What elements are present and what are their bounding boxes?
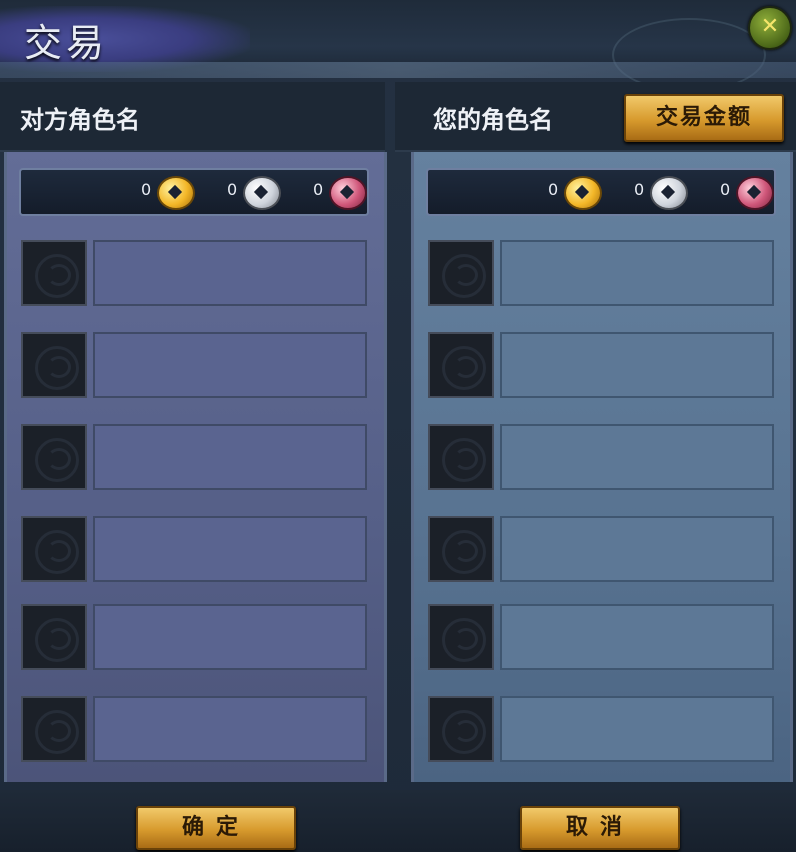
title-divider (0, 62, 796, 78)
your-item-slot[interactable] (428, 424, 774, 492)
your-item-slot[interactable] (428, 516, 774, 584)
item-name-field (93, 516, 367, 582)
your-item-slot[interactable] (428, 240, 774, 308)
item-slot-icon[interactable] (21, 332, 87, 398)
item-name-field (500, 424, 774, 490)
other-money-bar: 0 0 0 (19, 168, 369, 216)
item-name-field (500, 604, 774, 670)
window-title: 交易 (24, 21, 109, 65)
your-item-slot[interactable] (428, 332, 774, 400)
other-silver-amount: 0 (227, 180, 238, 199)
item-name-field (93, 240, 367, 306)
item-name-field (500, 240, 774, 306)
item-slot-icon[interactable] (428, 240, 494, 306)
item-slot-icon[interactable] (21, 240, 87, 306)
item-slot-icon[interactable] (428, 516, 494, 582)
item-slot-icon[interactable] (428, 696, 494, 762)
item-slot-icon[interactable] (428, 604, 494, 670)
item-slot-icon[interactable] (428, 424, 494, 490)
item-slot-icon[interactable] (21, 604, 87, 670)
your-copper-amount: 0 (720, 180, 731, 199)
your-item-slot[interactable] (428, 696, 774, 764)
your-silver-amount: 0 (634, 180, 645, 199)
trade-amount-button[interactable]: 交易金额 (624, 94, 784, 142)
item-name-field (93, 332, 367, 398)
other-item-slot[interactable] (21, 240, 367, 308)
your-money-bar: 0 0 0 (426, 168, 776, 216)
title-bar: 交易 (0, 0, 796, 92)
item-name-field (500, 516, 774, 582)
item-slot-icon[interactable] (21, 696, 87, 762)
item-name-field (93, 604, 367, 670)
item-slot-icon[interactable] (21, 424, 87, 490)
other-offer-panel: 0 0 0 (4, 152, 387, 782)
item-name-field (93, 424, 367, 490)
copper-coin-icon (329, 176, 367, 210)
silver-coin-icon (243, 176, 281, 210)
gold-coin-icon (157, 176, 195, 210)
gold-coin-icon (564, 176, 602, 210)
item-name-field (500, 696, 774, 762)
confirm-button[interactable]: 确定 (136, 806, 296, 850)
trade-window: 交易 ✕ 对方角色名 您的角色名 交易金额 0 0 0 0 0 0 确定 取消 (0, 0, 796, 852)
other-item-slot[interactable] (21, 424, 367, 492)
other-gold-amount: 0 (141, 180, 152, 199)
item-name-field (500, 332, 774, 398)
your-offer-panel: 0 0 0 (411, 152, 793, 782)
your-item-slot[interactable] (428, 604, 774, 672)
cancel-button[interactable]: 取消 (520, 806, 680, 850)
other-item-slot[interactable] (21, 696, 367, 764)
copper-coin-icon (736, 176, 774, 210)
item-slot-icon[interactable] (21, 516, 87, 582)
silver-coin-icon (650, 176, 688, 210)
other-role-name: 对方角色名 (20, 106, 140, 134)
item-slot-icon[interactable] (428, 332, 494, 398)
your-role-name: 您的角色名 (433, 106, 553, 134)
close-icon[interactable]: ✕ (748, 6, 792, 50)
other-item-slot[interactable] (21, 332, 367, 400)
other-item-slot[interactable] (21, 604, 367, 672)
your-gold-amount: 0 (548, 180, 559, 199)
cloud-decoration (612, 18, 766, 92)
other-item-slot[interactable] (21, 516, 367, 584)
left-header: 对方角色名 (0, 82, 385, 152)
other-copper-amount: 0 (313, 180, 324, 199)
item-name-field (93, 696, 367, 762)
